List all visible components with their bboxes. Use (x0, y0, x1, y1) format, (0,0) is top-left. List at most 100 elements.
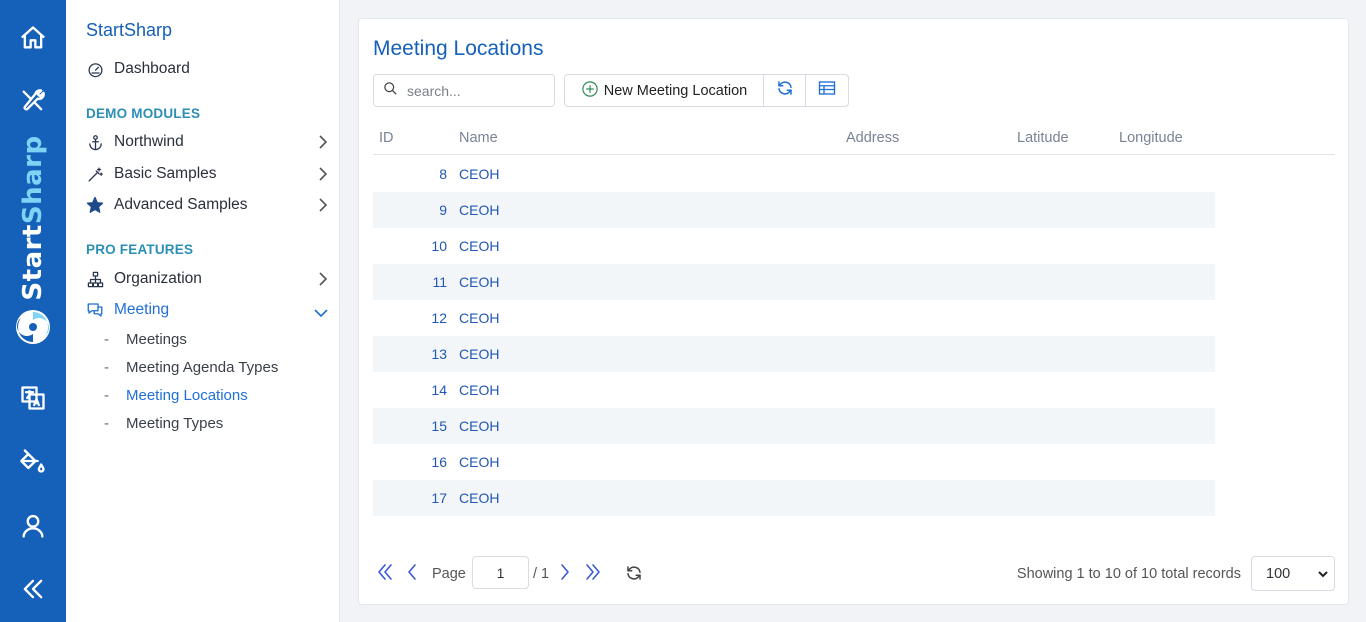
cell-name-link[interactable]: CEOH (459, 274, 499, 290)
sidebar-item-dashboard[interactable]: Dashboard (86, 57, 330, 81)
brand-text-dark: Start (18, 224, 48, 301)
last-page-icon[interactable] (585, 563, 601, 586)
chevron-down-icon (314, 305, 328, 323)
table-row[interactable]: 8 CEOH (373, 156, 1215, 192)
cell-id: 16 (431, 454, 447, 470)
chevron-right-icon (318, 272, 328, 291)
cell-name-link[interactable]: CEOH (459, 454, 499, 470)
subitem-label: Meeting Agenda Types (126, 359, 279, 376)
new-meeting-location-button[interactable]: New Meeting Location (565, 75, 764, 106)
prev-page-icon[interactable] (407, 563, 417, 586)
next-page-icon[interactable] (560, 563, 570, 586)
col-header-latitude[interactable]: Latitude (1017, 130, 1069, 146)
table-row[interactable]: 11 CEOH (373, 264, 1215, 300)
table-row[interactable]: 14 CEOH (373, 372, 1215, 408)
col-header-longitude[interactable]: Longitude (1119, 130, 1183, 146)
table-row[interactable]: 16 CEOH (373, 444, 1215, 480)
cell-id: 8 (439, 166, 447, 182)
new-button-label: New Meeting Location (603, 82, 748, 99)
sidebar-item-organization[interactable]: Organization (86, 267, 330, 291)
paint-bucket-icon[interactable] (0, 441, 66, 481)
data-grid: ID Name Address Latitude Longitude 8 CEOH… (373, 123, 1335, 516)
tools-icon[interactable] (0, 81, 66, 121)
col-header-id[interactable]: ID (379, 130, 394, 146)
translate-icon[interactable] (0, 378, 66, 418)
first-page-icon[interactable] (377, 563, 393, 586)
sidebar-item-advanced-samples[interactable]: Advanced Samples (86, 193, 330, 217)
reload-icon[interactable] (625, 564, 643, 587)
subitem-label: Meeting Types (126, 415, 224, 432)
page-total: / 1 (533, 566, 550, 582)
section-pro-features: PRO FEATURES (86, 242, 194, 257)
refresh-icon (776, 79, 794, 102)
table-row[interactable]: 13 CEOH (373, 336, 1215, 372)
col-header-address[interactable]: Address (846, 130, 899, 146)
left-rail: StartSharp (0, 0, 66, 622)
records-info: Showing 1 to 10 of 10 total records (1016, 566, 1241, 582)
sidebar-subitem-meetings[interactable]: - Meetings (104, 331, 187, 348)
sidebar-subitem-meeting-agenda-types[interactable]: - Meeting Agenda Types (104, 359, 278, 376)
cell-name-link[interactable]: CEOH (459, 382, 499, 398)
subitem-label: Meeting Locations (126, 387, 248, 404)
sidebar-item-label: Advanced Samples (114, 196, 248, 213)
table-row[interactable]: 10 CEOH (373, 228, 1215, 264)
sidebar-item-northwind[interactable]: Northwind (86, 130, 330, 154)
cell-name-link[interactable]: CEOH (459, 310, 499, 326)
collapse-icon[interactable] (0, 569, 66, 609)
cell-id: 15 (431, 418, 447, 434)
cell-name-link[interactable]: CEOH (459, 490, 499, 506)
dash-marker: - (104, 415, 109, 432)
sidebar-item-basic-samples[interactable]: Basic Samples (86, 162, 330, 186)
cell-name-link[interactable]: CEOH (459, 418, 499, 434)
cell-name-link[interactable]: CEOH (459, 346, 499, 362)
sidebar-item-label: Dashboard (114, 60, 190, 77)
cell-id: 13 (431, 346, 447, 362)
chevron-right-icon (318, 135, 328, 154)
user-icon[interactable] (0, 506, 66, 546)
toolbar: New Meeting Location (564, 74, 849, 107)
sidebar-item-label: Meeting (114, 301, 170, 318)
sidebar-subitem-meeting-locations[interactable]: - Meeting Locations (104, 387, 248, 404)
brand-vertical: StartSharp (0, 135, 66, 301)
cell-name-link[interactable]: CEOH (459, 166, 499, 182)
search-input[interactable] (407, 82, 547, 99)
brand-text-light: Sharp (18, 135, 48, 225)
table-row[interactable]: 9 CEOH (373, 192, 1215, 228)
cell-id: 12 (431, 310, 447, 326)
page-number-input[interactable] (472, 556, 529, 589)
chat-icon (86, 301, 104, 319)
home-icon[interactable] (0, 18, 66, 58)
subitem-label: Meetings (126, 331, 187, 348)
cell-id: 17 (431, 490, 447, 506)
chevron-right-icon (318, 198, 328, 217)
col-header-name[interactable]: Name (459, 130, 498, 146)
wand-icon (86, 165, 104, 183)
page-title: Meeting Locations (373, 37, 544, 60)
anchor-icon (86, 133, 104, 151)
table-row[interactable]: 15 CEOH (373, 408, 1215, 444)
sidebar-item-meeting[interactable]: Meeting (86, 298, 330, 322)
search-box[interactable] (373, 74, 555, 107)
section-demo-modules: DEMO MODULES (86, 106, 201, 121)
cell-id: 11 (432, 274, 447, 290)
page-size-value: 100 (1266, 565, 1291, 582)
table-row[interactable]: 17 CEOH (373, 480, 1215, 516)
main-card: Meeting Locations New Meeting Location I… (358, 18, 1349, 605)
column-picker-button[interactable] (806, 75, 848, 106)
chevron-right-icon (318, 167, 328, 186)
gauge-icon (86, 60, 104, 78)
cell-id: 14 (431, 382, 447, 398)
table-row[interactable]: 12 CEOH (373, 300, 1215, 336)
cell-id: 10 (431, 238, 447, 254)
search-icon (383, 81, 398, 101)
grid-header: ID Name Address Latitude Longitude (373, 123, 1335, 155)
cell-name-link[interactable]: CEOH (459, 202, 499, 218)
sidebar-title: StartSharp (86, 20, 173, 40)
refresh-button[interactable] (764, 75, 806, 106)
org-chart-icon (86, 270, 104, 288)
cell-id: 9 (439, 202, 447, 218)
page-size-select[interactable]: 100 (1251, 556, 1335, 591)
sidebar-subitem-meeting-types[interactable]: - Meeting Types (104, 415, 223, 432)
sidebar: StartSharp Dashboard DEMO MODULES Northw… (66, 0, 340, 622)
cell-name-link[interactable]: CEOH (459, 238, 499, 254)
